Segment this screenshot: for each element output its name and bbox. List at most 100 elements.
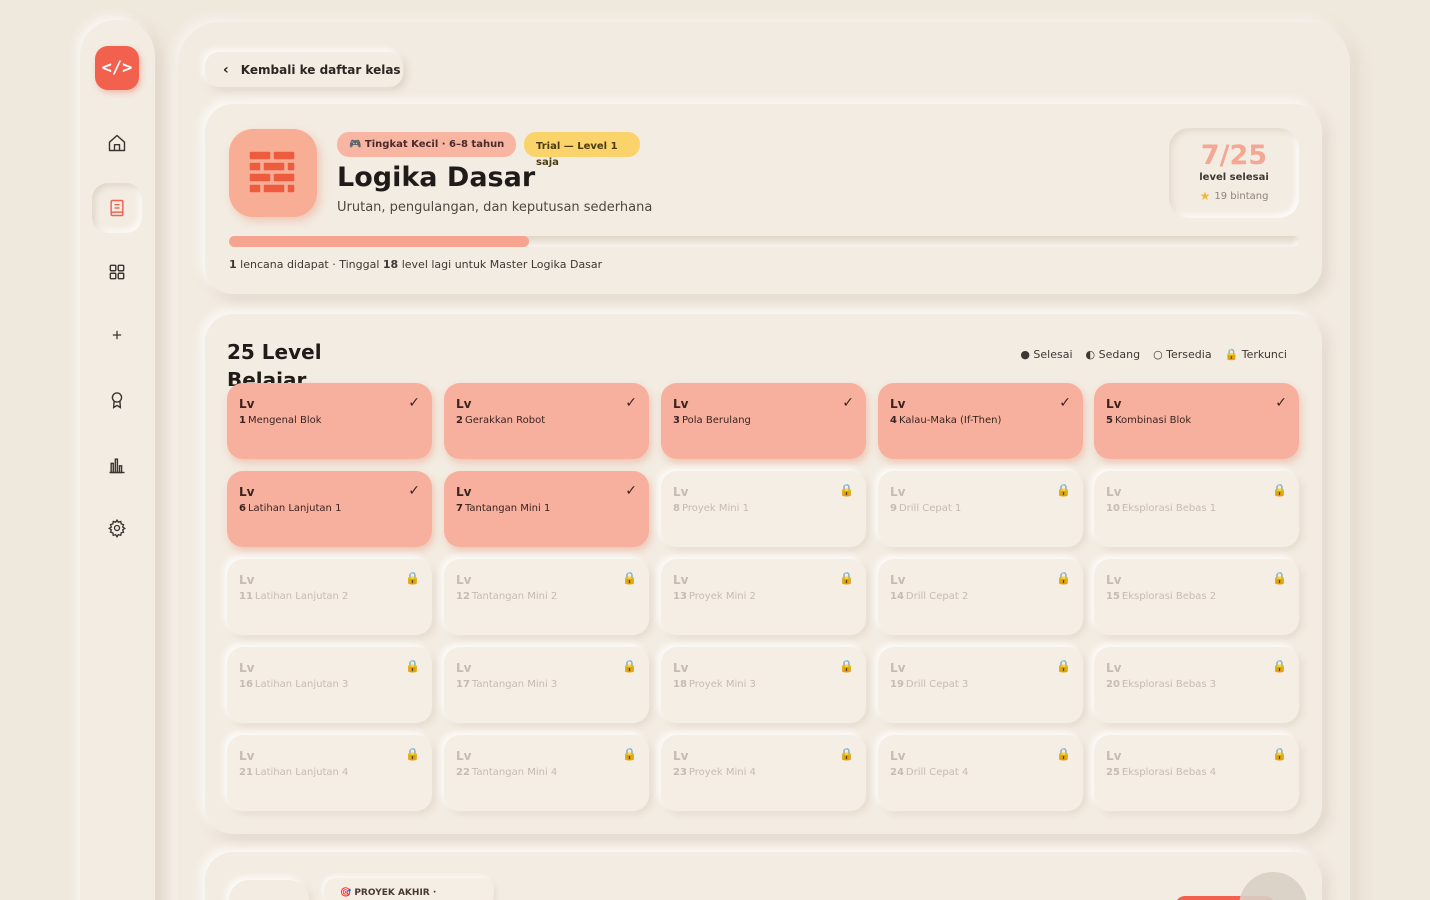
level-tile[interactable]: Lv 18 Proyek Mini 3 🔒 [661,647,866,723]
remaining-count: 18 [382,258,399,271]
level-name: 7 Tantangan Mini 1 [456,503,637,514]
app-logo[interactable]: </> [95,46,139,90]
bar-chart-icon[interactable] [102,450,132,480]
lock-icon: 🔒 [622,659,637,673]
level-tile[interactable]: Lv 22 Tantangan Mini 4 🔒 [444,735,649,811]
lock-icon: 🔒 [839,571,854,585]
level-label: Tantangan Mini 1 [464,503,551,514]
check-icon: ✓ [625,483,637,499]
level-name: 13 Proyek Mini 2 [673,591,854,602]
level-tile[interactable]: Lv 10 Eksplorasi Bebas 1 🔒 [1094,471,1299,547]
level-tile[interactable]: Lv 5 Kombinasi Blok ✓ [1094,383,1299,459]
level-tile[interactable]: Lv 2 Gerakkan Robot ✓ [444,383,649,459]
grid-icon[interactable] [102,257,132,287]
level-tag: Lv [456,749,472,763]
level-label: Proyek Mini 2 [688,591,756,602]
level-tile[interactable]: Lv 25 Eksplorasi Bebas 4 🔒 [1094,735,1299,811]
completion-stat: 7/25 level selesai ★ 19 bintang [1169,128,1299,218]
check-icon: ✓ [1059,395,1071,411]
level-name: 6 Latihan Lanjutan 1 [239,503,420,514]
level-number: 9 [890,503,897,514]
level-tile[interactable]: Lv 23 Proyek Mini 4 🔒 [661,735,866,811]
level-tag: Lv [890,485,906,499]
book-icon[interactable] [92,183,142,233]
level-tile[interactable]: Lv 16 Latihan Lanjutan 3 🔒 [227,647,432,723]
level-tag: Lv [239,661,255,675]
legend-in-progress: ◐ Sedang [1085,348,1141,361]
course-progress-fill [229,236,529,247]
lock-icon: 🔒 [1272,483,1287,497]
sidebar: </> [80,20,155,900]
level-number: 24 [890,767,904,778]
level-number: 15 [1106,591,1120,602]
level-tag: Lv [1106,749,1122,763]
footnote-text-2: level lagi untuk Master Logika Dasar [398,258,603,271]
level-tile[interactable]: Lv 11 Latihan Lanjutan 2 🔒 [227,559,432,635]
level-label: Drill Cepat 4 [905,767,969,778]
level-tile[interactable]: Lv 6 Latihan Lanjutan 1 ✓ [227,471,432,547]
home-icon[interactable] [102,128,132,158]
level-number: 13 [673,591,687,602]
lock-icon: 🔒 [622,571,637,585]
level-label: Latihan Lanjutan 1 [247,503,342,514]
level-tile[interactable]: Lv 1 Mengenal Blok ✓ [227,383,432,459]
lock-icon: 🔒 [839,659,854,673]
levels-card: 25 Level Belajar ● Selesai ◐ Sedang ○ Te… [205,314,1322,834]
level-name: 9 Drill Cepat 1 [890,503,1071,514]
level-name: 16 Latihan Lanjutan 3 [239,679,420,690]
level-label: Eksplorasi Bebas 4 [1121,767,1217,778]
level-name: 3 Pola Berulang [673,415,854,426]
level-number: 19 [890,679,904,690]
level-tile[interactable]: Lv 15 Eksplorasi Bebas 2 🔒 [1094,559,1299,635]
level-name: 11 Latihan Lanjutan 2 [239,591,420,602]
level-tile[interactable]: Lv 4 Kalau-Maka (If-Then) ✓ [878,383,1083,459]
level-name: 10 Eksplorasi Bebas 1 [1106,503,1287,514]
level-tile[interactable]: Lv 21 Latihan Lanjutan 4 🔒 [227,735,432,811]
lock-icon: 🔒 [1272,571,1287,585]
level-tile[interactable]: Lv 17 Tantangan Mini 3 🔒 [444,647,649,723]
level-tile[interactable]: Lv 12 Tantangan Mini 2 🔒 [444,559,649,635]
level-label: Latihan Lanjutan 3 [254,679,349,690]
level-tile[interactable]: Lv 8 Proyek Mini 1 🔒 [661,471,866,547]
final-project-card: 🎯 PROYEK AKHIR · [205,852,1322,900]
level-tile[interactable]: Lv 7 Tantangan Mini 1 ✓ [444,471,649,547]
level-tile[interactable]: Lv 9 Drill Cepat 1 🔒 [878,471,1083,547]
level-tile[interactable]: Lv 13 Proyek Mini 2 🔒 [661,559,866,635]
levels-completed-label: level selesai [1199,172,1269,183]
level-tile[interactable]: Lv 3 Pola Berulang ✓ [661,383,866,459]
status-legend: ● Selesai ◐ Sedang ○ Tersedia 🔒 Terkunci [1020,348,1287,361]
level-label: Eksplorasi Bebas 1 [1121,503,1217,514]
medal-icon[interactable] [102,385,132,415]
levels-completed-value: 7/25 [1200,140,1268,171]
level-number: 16 [239,679,253,690]
level-label: Latihan Lanjutan 2 [254,591,349,602]
level-tag: Lv [456,397,472,411]
level-tag: Lv [1106,397,1122,411]
legend-done: ● Selesai [1020,348,1073,361]
level-number: 18 [673,679,687,690]
star-icon: ★ [1199,189,1211,203]
plus-icon[interactable] [102,320,132,350]
course-title: Logika Dasar [337,162,536,193]
level-tile[interactable]: Lv 19 Drill Cepat 3 🔒 [878,647,1083,723]
level-tag: Lv [1106,573,1122,587]
check-icon: ✓ [1275,395,1287,411]
back-button[interactable]: ‹ Kembali ke daftar kelas [205,52,403,87]
brick-wall-icon [229,129,317,217]
level-tag: Lv [673,749,689,763]
lock-icon: 🔒 [839,747,854,761]
lock-icon: 🔒 [839,483,854,497]
level-name: 20 Eksplorasi Bebas 3 [1106,679,1287,690]
level-tile[interactable]: Lv 24 Drill Cepat 4 🔒 [878,735,1083,811]
gear-icon[interactable] [102,513,132,543]
level-tile[interactable]: Lv 20 Eksplorasi Bebas 3 🔒 [1094,647,1299,723]
lock-icon: 🔒 [622,747,637,761]
level-label: Proyek Mini 1 [681,503,749,514]
level-number: 25 [1106,767,1120,778]
level-name: 14 Drill Cepat 2 [890,591,1071,602]
level-tile[interactable]: Lv 14 Drill Cepat 2 🔒 [878,559,1083,635]
level-number: 6 [239,503,246,514]
legend-available: ○ Tersedia [1153,348,1212,361]
level-tag: Lv [890,749,906,763]
level-tag: Lv [1106,661,1122,675]
